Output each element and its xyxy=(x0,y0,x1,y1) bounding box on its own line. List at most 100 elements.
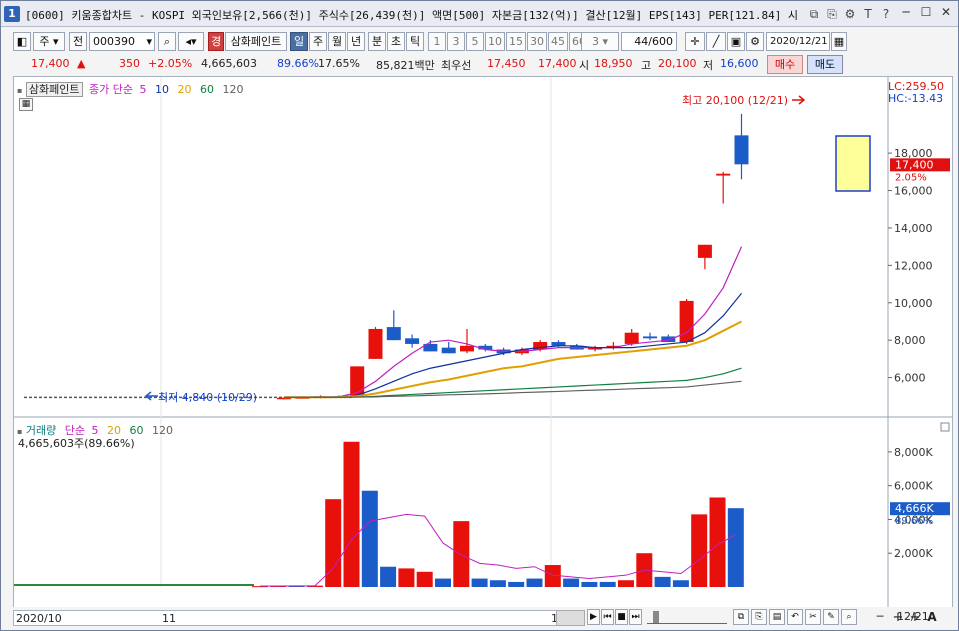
chart-area[interactable]: 18,000 16,000 14,000 12,000 10,000 8,000 6,000… xyxy=(13,76,953,608)
calendar-icon[interactable]: ▦ xyxy=(831,32,847,51)
indicator-badge[interactable]: 경 xyxy=(208,32,224,51)
current-price: 17,400 xyxy=(31,57,70,70)
volume-bar xyxy=(526,578,543,587)
help-icon[interactable]: ? xyxy=(878,6,894,22)
volume-panel-close-icon xyxy=(940,422,950,432)
custom-interval-select[interactable]: 3 ▾ xyxy=(581,32,619,51)
chart-window: 1 [0600] 키움종합차트 - KOSPI 외국인보유[2,566(천)] … xyxy=(0,0,959,631)
legend-ma-60: 60 xyxy=(200,83,215,96)
search-icon[interactable]: ⌕ xyxy=(158,32,176,51)
price-change-pct: +2.05% xyxy=(148,57,193,70)
pencil-icon[interactable]: ✎ xyxy=(823,609,839,625)
zoom-slider-handle[interactable] xyxy=(653,611,659,623)
stock-code-input[interactable]: 000390 ▾ xyxy=(89,32,155,51)
price-tick-label: 12,000 xyxy=(894,259,933,272)
restore-icon[interactable]: ⧉ xyxy=(806,6,822,22)
candle-body xyxy=(460,345,474,352)
bid-price: 17,400 xyxy=(538,57,577,70)
save-icon[interactable]: ▣ xyxy=(727,32,745,51)
candle-body xyxy=(697,244,712,258)
low-annotation: 최저 4,840 (10/29) xyxy=(158,391,258,404)
layout-icon[interactable]: ◧ xyxy=(13,32,31,51)
volume-tick-label: 2,000K xyxy=(894,547,933,560)
interval-15[interactable]: 15 xyxy=(506,32,526,51)
gear-icon[interactable]: ⚙ xyxy=(746,32,764,51)
price-tick-label: 16,000 xyxy=(894,185,933,198)
text-icon[interactable]: T xyxy=(860,6,876,22)
period-type-value: 주 xyxy=(39,35,50,48)
turnover-rate: 17.65% xyxy=(318,57,360,70)
legend-marker-icon: ▪ xyxy=(17,86,23,95)
custom-interval-value: 3 xyxy=(591,35,599,48)
high-arrow-icon xyxy=(792,95,806,105)
period-day[interactable]: 일 xyxy=(290,32,308,51)
price-legend: ▪ 삼화페인트 종가 단순 5 10 20 60 120 xyxy=(17,81,244,97)
volume-bar xyxy=(654,576,671,587)
stop-icon[interactable]: ■ xyxy=(615,609,628,625)
scissor-icon[interactable]: ✂ xyxy=(805,609,821,625)
interval-10[interactable]: 10 xyxy=(485,32,505,51)
up-arrow-icon: ▲ xyxy=(77,57,86,70)
period-year[interactable]: 년 xyxy=(347,32,365,51)
grid-icon[interactable]: ▦ xyxy=(19,98,33,111)
legend-stock-name[interactable]: 삼화페인트 xyxy=(25,82,83,97)
interval-30[interactable]: 30 xyxy=(527,32,547,51)
period-second[interactable]: 초 xyxy=(387,32,405,51)
app-icon[interactable]: 1 xyxy=(4,6,20,22)
volume-bar xyxy=(599,581,616,587)
period-week[interactable]: 주 xyxy=(309,32,327,51)
period-tick[interactable]: 틱 xyxy=(406,32,424,51)
legend-ma-label: 종가 단순 xyxy=(89,83,134,96)
play-icon[interactable]: ▶ xyxy=(587,609,600,625)
period-minute[interactable]: 분 xyxy=(368,32,386,51)
market-button[interactable]: 전 xyxy=(69,32,87,51)
price-info-bar: 17,400 ▲ 350 +2.05% 4,665,603 89.66% 17.… xyxy=(1,54,958,74)
drawing-tool-icon[interactable]: ╱ xyxy=(706,32,726,51)
interval-1[interactable]: 1 xyxy=(428,32,446,51)
zoom-slider[interactable] xyxy=(647,611,727,624)
volume-bar xyxy=(361,490,378,587)
volume-current-tag: 4,666K xyxy=(895,502,934,515)
forward-icon[interactable]: ⏭ xyxy=(629,609,642,625)
interval-45[interactable]: 45 xyxy=(548,32,568,51)
window-icon[interactable]: ⧉ xyxy=(733,609,749,625)
data-count-input[interactable]: 44/600 xyxy=(621,32,677,51)
volume-bar xyxy=(489,580,506,587)
interval-3[interactable]: 3 xyxy=(447,32,465,51)
close-icon[interactable]: ✕ xyxy=(938,5,954,21)
price-change: 350 xyxy=(119,57,140,70)
legend-ma-120: 120 xyxy=(222,83,244,96)
zoom-out-icon[interactable]: ─ xyxy=(871,610,889,626)
volume-bar xyxy=(435,578,451,587)
period-month[interactable]: 월 xyxy=(328,32,346,51)
candle-body xyxy=(386,327,401,341)
popout-icon[interactable]: ⎘ xyxy=(824,6,840,22)
magnify-icon[interactable]: ⌕ xyxy=(841,609,857,625)
period-type-select[interactable]: 주 ▾ xyxy=(33,32,65,51)
interval-5[interactable]: 5 xyxy=(466,32,484,51)
copy-icon[interactable]: ⎘ xyxy=(751,609,767,625)
x-label-right: 12/21 xyxy=(897,610,929,623)
price-tick-label: 8,000 xyxy=(894,334,926,347)
crosshair-icon[interactable]: ✛ xyxy=(685,32,705,51)
legend-ma-5: 5 xyxy=(139,83,147,96)
low-price: 16,600 xyxy=(720,57,759,70)
chevron-down-icon[interactable]: ▾ xyxy=(146,33,152,50)
settings-icon[interactable]: ⚙ xyxy=(842,6,858,22)
candle-body xyxy=(679,300,694,343)
minimize-icon[interactable]: ─ xyxy=(898,5,914,21)
legend-ma-10: 10 xyxy=(155,83,170,96)
maximize-icon[interactable]: ☐ xyxy=(918,5,934,21)
chart-canvas[interactable]: 18,00016,00014,00012,00010,0008,0006,000… xyxy=(14,77,952,607)
date-input[interactable]: 2020/12/21 xyxy=(766,32,830,51)
buy-button[interactable]: 매수 xyxy=(767,55,803,74)
high-annotation: 최고 20,100 (12/21) xyxy=(682,94,789,107)
volume-bar xyxy=(380,566,397,587)
print-icon[interactable]: ▤ xyxy=(769,609,785,625)
volume-ma-120: 120 xyxy=(152,424,174,437)
undo-icon[interactable]: ↶ xyxy=(787,609,803,625)
rewind-icon[interactable]: ⏮ xyxy=(601,609,614,625)
sound-icon[interactable]: ◂▾ xyxy=(178,32,204,51)
sell-button[interactable]: 매도 xyxy=(807,55,843,74)
scrollbar-thumb[interactable] xyxy=(556,610,585,626)
